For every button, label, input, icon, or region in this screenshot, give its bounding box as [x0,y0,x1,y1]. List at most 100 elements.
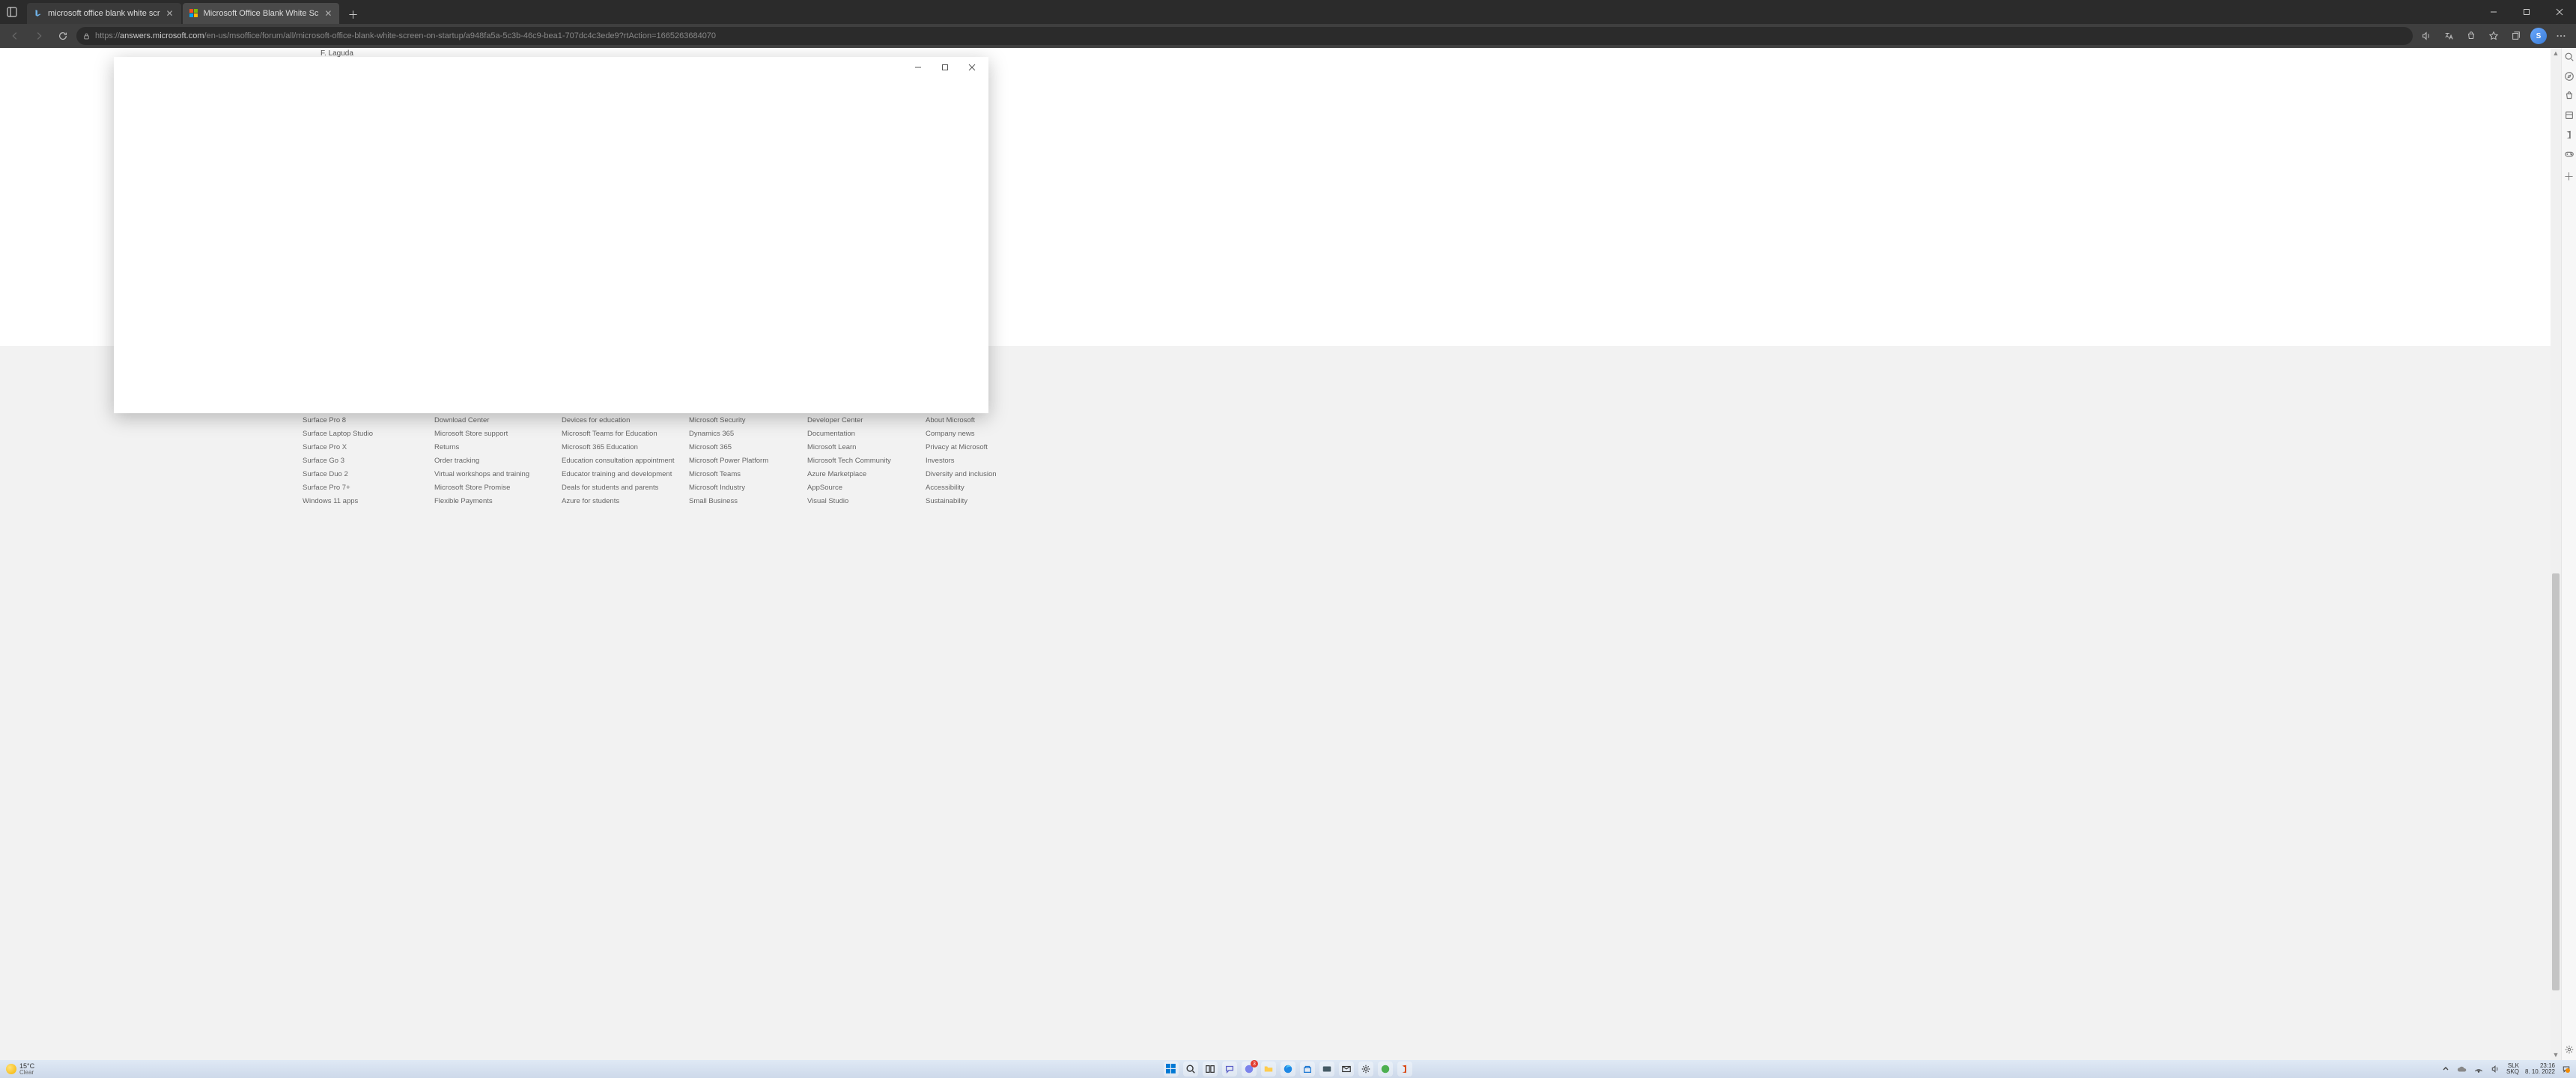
footer-link[interactable]: Surface Pro X [303,443,391,451]
app-minimize-button[interactable] [905,58,932,76]
pinned-app[interactable] [1378,1062,1393,1077]
network-icon[interactable] [2473,1064,2484,1074]
close-icon[interactable]: ✕ [165,8,175,19]
pinned-app[interactable]: 3 [1242,1062,1257,1077]
settings-button[interactable] [1358,1062,1373,1077]
store-button[interactable] [1300,1062,1315,1077]
footer-link[interactable]: Order tracking [434,457,518,465]
footer-link[interactable]: AppSource [807,484,882,492]
footer-link[interactable]: Microsoft Security [689,416,764,424]
chat-button[interactable] [1222,1062,1237,1077]
footer-link[interactable]: Deals for students and parents [562,484,645,492]
footer-link[interactable]: Microsoft Learn [807,443,882,451]
onedrive-icon[interactable] [2457,1064,2467,1074]
shopping-icon[interactable] [2563,90,2575,102]
app-maximize-button[interactable] [932,58,959,76]
address-bar[interactable]: https://answers.microsoft.com/en-us/msof… [76,27,2413,45]
footer-link[interactable]: Surface Duo 2 [303,470,391,478]
forward-button[interactable] [28,25,49,46]
footer-link[interactable]: Microsoft Power Platform [689,457,764,465]
edge-button[interactable] [1281,1062,1295,1077]
office-icon[interactable] [2563,129,2575,141]
pinned-app[interactable] [1319,1062,1334,1077]
gear-icon[interactable] [2563,1044,2575,1056]
plus-icon[interactable]: ＋ [2563,171,2575,183]
footer-link[interactable]: Azure Marketplace [807,470,882,478]
app-titlebar[interactable] [114,57,988,78]
close-button[interactable] [2543,0,2576,24]
discover-icon[interactable] [2563,70,2575,82]
tab-answers-microsoft[interactable]: Microsoft Office Blank White Sc ✕ [183,3,340,24]
chevron-up-icon[interactable] [2440,1064,2451,1074]
footer-link[interactable]: Visual Studio [807,497,882,505]
footer-link[interactable]: Microsoft Store support [434,430,518,438]
footer-link[interactable]: Azure for students [562,497,645,505]
footer-link[interactable]: Surface Pro 8 [303,416,391,424]
footer-link[interactable]: About Microsoft [926,416,1000,424]
footer-link[interactable]: Microsoft Teams for Education [562,430,645,438]
footer-link[interactable]: Returns [434,443,518,451]
maximize-button[interactable] [2510,0,2543,24]
footer-link[interactable]: Documentation [807,430,882,438]
search-button[interactable] [1183,1062,1198,1077]
start-button[interactable] [1164,1062,1179,1077]
footer-link[interactable]: Microsoft Tech Community [807,457,882,465]
footer-link[interactable]: Microsoft 365 Education [562,443,645,451]
new-tab-button[interactable]: ＋ [344,6,362,24]
page-scrollbar[interactable]: ▲ ▼ [2551,48,2561,1060]
language-indicator[interactable]: SLK SKQ [2506,1063,2519,1075]
scroll-down-arrow[interactable]: ▼ [2551,1050,2561,1060]
menu-button[interactable] [2551,25,2572,46]
footer-link[interactable]: Privacy at Microsoft [926,443,1000,451]
close-icon[interactable]: ✕ [323,8,333,19]
notifications-button[interactable] [2561,1064,2572,1074]
footer-link[interactable]: Educator training and development [562,470,645,478]
footer-link[interactable]: Microsoft Industry [689,484,764,492]
footer-link[interactable]: Devices for education [562,416,645,424]
footer-link[interactable]: Surface Pro 7+ [303,484,391,492]
search-icon[interactable] [2563,51,2575,63]
mail-button[interactable] [1339,1062,1354,1077]
translate-button[interactable] [2438,25,2459,46]
footer-link[interactable]: Company news [926,430,1000,438]
footer-link[interactable]: Education consultation appointment [562,457,645,465]
shopping-button[interactable] [2461,25,2482,46]
weather-widget[interactable]: 15°C Clear [0,1063,40,1076]
tools-icon[interactable] [2563,109,2575,121]
footer-link[interactable]: Microsoft Teams [689,470,764,478]
footer-link[interactable]: Small Business [689,497,764,505]
profile-button[interactable]: S [2528,25,2549,46]
tab-bing-search[interactable]: microsoft office blank white scr ✕ [27,3,181,24]
footer-link[interactable]: Windows 11 apps [303,497,391,505]
footer-link[interactable]: Microsoft 365 [689,443,764,451]
footer-link[interactable]: Dynamics 365 [689,430,764,438]
footer-link[interactable]: Developer Center [807,416,882,424]
volume-icon[interactable] [2490,1064,2500,1074]
vertical-tabs-button[interactable] [1,1,22,22]
scroll-thumb[interactable] [2552,573,2560,990]
back-button[interactable] [4,25,25,46]
footer-link[interactable]: Investors [926,457,1000,465]
read-aloud-button[interactable] [2416,25,2437,46]
footer-link[interactable]: Microsoft Store Promise [434,484,518,492]
office-app-button[interactable] [1397,1062,1412,1077]
refresh-button[interactable] [52,25,73,46]
collections-button[interactable] [2506,25,2527,46]
clock[interactable]: 23:16 8. 10. 2022 [2525,1063,2555,1075]
footer-link[interactable]: Surface Go 3 [303,457,391,465]
badge: 3 [1251,1060,1258,1068]
footer-link[interactable]: Virtual workshops and training [434,470,518,478]
favorites-button[interactable] [2483,25,2504,46]
file-explorer-button[interactable] [1261,1062,1276,1077]
minimize-button[interactable] [2477,0,2510,24]
footer-link[interactable]: Download Center [434,416,518,424]
footer-link[interactable]: Accessibility [926,484,1000,492]
footer-link[interactable]: Sustainability [926,497,1000,505]
footer-link[interactable]: Surface Laptop Studio [303,430,391,438]
footer-link[interactable]: Diversity and inclusion [926,470,1000,478]
footer-link[interactable]: Flexible Payments [434,497,518,505]
games-icon[interactable] [2563,148,2575,160]
app-close-button[interactable] [959,58,985,76]
scroll-up-arrow[interactable]: ▲ [2551,48,2561,58]
task-view-button[interactable] [1203,1062,1218,1077]
